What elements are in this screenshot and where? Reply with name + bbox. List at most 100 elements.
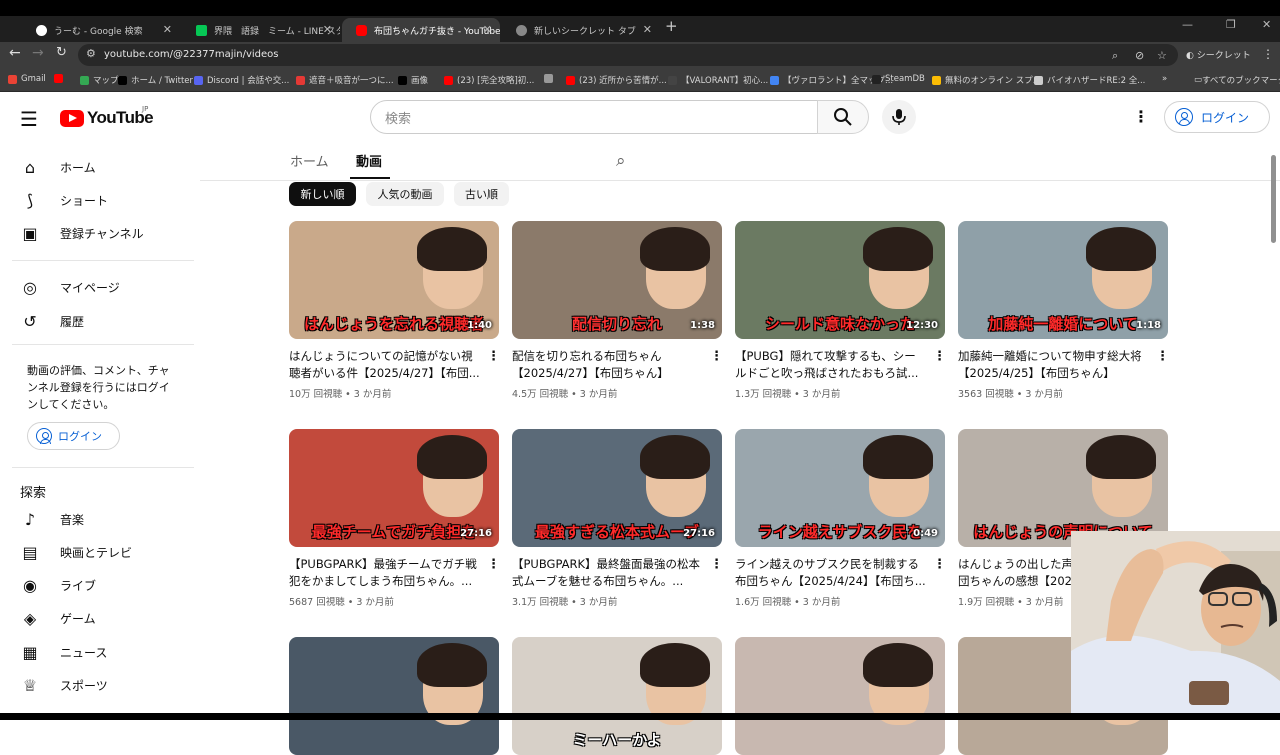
all-bookmarks-folder[interactable]: ▭ すべてのブックマーク <box>1194 74 1280 86</box>
filter-oldest[interactable]: 古い順 <box>454 182 509 206</box>
close-icon[interactable]: ✕ <box>163 23 172 36</box>
youtube-logo[interactable]: YouTube JP <box>60 105 154 128</box>
video-card[interactable] <box>289 637 499 755</box>
forward-arrow-icon[interactable]: → <box>32 45 44 61</box>
bookmark-item[interactable]: 【VALORANT】初心... <box>668 74 768 86</box>
sidebar-item-music[interactable]: ♪ 音楽 <box>20 503 190 535</box>
sidebar-item-subscriptions[interactable]: ▣ 登録チャンネル <box>20 217 190 249</box>
video-menu-icon[interactable]: ⋮ <box>487 349 500 364</box>
sidebar-item-live[interactable]: ◉ ライブ <box>20 569 190 601</box>
video-card[interactable]: 最強すぎる松本式ムーブ 27:16 【PUBGPARK】最終盤面最強の松本式ムーブを… <box>512 429 723 619</box>
sidebar-item-sports[interactable]: ♕ スポーツ <box>20 669 190 701</box>
sidebar-item-movies[interactable]: ▤ 映画とテレビ <box>20 536 190 568</box>
bookmark-item[interactable] <box>54 74 67 83</box>
page-scrollbar[interactable] <box>1271 155 1276 243</box>
close-icon[interactable]: ✕ <box>643 23 652 36</box>
sidebar-item-gaming[interactable]: ◈ ゲーム <box>20 602 190 634</box>
sidebar-item-news[interactable]: ▦ ニュース <box>20 636 190 668</box>
video-title[interactable]: 加藤純一離婚について物申す総大将【2025/4/25】【布団ちゃん】 <box>958 348 1150 382</box>
video-title[interactable]: 配信を切り忘れる布団ちゃん【2025/4/27】【布団ちゃん】 <box>512 348 704 382</box>
bookmark-item[interactable]: バイオハザードRE:2 全... <box>1034 74 1145 86</box>
video-menu-icon[interactable]: ⋮ <box>710 557 723 572</box>
video-menu-icon[interactable]: ⋮ <box>933 349 946 364</box>
browser-tab-google[interactable]: うーむ - Google 検索 ✕ <box>22 18 180 42</box>
incognito-indicator[interactable]: ◐ シークレット <box>1186 48 1251 61</box>
video-title[interactable]: 【PUBGPARK】最終盤面最強の松本式ムーブを魅せる布団ちゃん。... <box>512 556 704 590</box>
bookmark-item[interactable]: SteamDB <box>872 74 925 84</box>
video-card[interactable]: 加藤純一離婚について 1:18 加藤純一離婚について物申す総大将【2025/4/25… <box>958 221 1169 411</box>
video-title[interactable]: 【PUBGPARK】最強チームでガチ戦犯をかましてしまう布団ちゃん。... <box>289 556 481 590</box>
bookmark-item[interactable]: Gmail <box>8 74 46 84</box>
minimize-icon[interactable]: — <box>1182 18 1193 31</box>
bookmark-favicon-icon <box>398 75 407 85</box>
video-card[interactable]: 配信切り忘れ 1:38 配信を切り忘れる布団ちゃん【2025/4/27】【布団ちゃん… <box>512 221 723 411</box>
video-thumbnail[interactable]: ライン越えサブスク民を 0:49 <box>735 429 945 547</box>
tab-home[interactable]: ホーム <box>290 151 329 170</box>
restore-icon[interactable]: ❐ <box>1226 18 1236 31</box>
more-bookmarks-icon[interactable]: » <box>1162 74 1167 84</box>
video-thumbnail[interactable]: 最強チームでガチ負担を 27:16 <box>289 429 499 547</box>
sidebar-item-shorts[interactable]: ⟆ ショート <box>20 184 190 216</box>
new-tab-plus-icon[interactable]: + <box>665 17 678 35</box>
video-thumbnail[interactable] <box>735 637 945 755</box>
bookmark-item[interactable]: (23) 近所から苦情が... <box>566 74 667 86</box>
bookmark-item[interactable]: 無料のオンライン スプ... <box>932 74 1041 86</box>
bookmark-item[interactable]: 遮音＋吸音が一つに... <box>296 74 394 86</box>
close-icon[interactable]: ✕ <box>483 23 492 36</box>
filter-newest[interactable]: 新しい順 <box>289 182 356 206</box>
video-menu-icon[interactable]: ⋮ <box>487 557 500 572</box>
reload-icon[interactable]: ↻ <box>56 45 67 60</box>
close-window-icon[interactable]: ✕ <box>1262 18 1271 31</box>
filter-popular[interactable]: 人気の動画 <box>366 182 444 206</box>
bookmark-item[interactable]: Discord | 会話や交... <box>194 74 289 86</box>
search-input[interactable]: 検索 <box>370 100 818 134</box>
video-card[interactable] <box>735 637 945 755</box>
video-menu-icon[interactable]: ⋮ <box>933 557 946 572</box>
voice-search-button[interactable] <box>882 100 916 134</box>
bookmark-item[interactable]: マップ <box>80 74 119 86</box>
video-thumbnail[interactable]: ミーハーかよ <box>512 637 722 755</box>
video-card[interactable]: 最強チームでガチ負担を 27:16 【PUBGPARK】最強チームでガチ戦犯をかまし… <box>289 429 500 619</box>
video-card[interactable]: はんじょうを忘れる視聴者 1:40 はんじょうについての記憶がない視聴者がいる件【2… <box>289 221 500 411</box>
sidebar-login-button[interactable]: ログイン <box>27 422 120 450</box>
video-thumbnail[interactable]: 最強すぎる松本式ムーブ 27:16 <box>512 429 722 547</box>
tab-videos[interactable]: 動画 <box>356 151 382 170</box>
video-title[interactable]: 【PUBG】隠れて攻撃するも、シールドごと吹っ飛ばされたおもろ試... <box>735 348 927 382</box>
video-title[interactable]: ライン越えのサブスク民を制裁する布団ちゃん【2025/4/24】【布団ち... <box>735 556 927 590</box>
sidebar-item-account[interactable]: ◎ マイページ <box>20 271 190 303</box>
video-thumbnail[interactable]: 配信切り忘れ 1:38 <box>512 221 722 339</box>
bookmark-item[interactable]: ホーム / Twitter <box>118 74 193 86</box>
search-button[interactable] <box>817 100 869 134</box>
browser-tab-youtube[interactable]: 布団ちゃんガチ抜き - YouTube ✕ <box>342 18 500 42</box>
back-arrow-icon[interactable]: ← <box>9 45 21 61</box>
video-title[interactable]: はんじょうについての記憶がない視聴者がいる件【2025/4/27】【布団... <box>289 348 481 382</box>
bookmark-item[interactable] <box>544 74 557 83</box>
video-card[interactable]: シールド意味なかった 12:30 【PUBG】隠れて攻撃するも、シールドごと吹っ飛ば… <box>735 221 946 411</box>
tracking-blocked-icon[interactable]: ⊘ <box>1135 49 1144 62</box>
video-thumbnail[interactable]: シールド意味なかった 12:30 <box>735 221 945 339</box>
video-thumbnail[interactable]: はんじょうを忘れる視聴者 1:40 <box>289 221 499 339</box>
video-card[interactable]: ミーハーかよ <box>512 637 722 755</box>
omnibox[interactable]: ⚙ youtube.com/@22377majin/videos ⌕ ⊘ ☆ <box>78 44 1178 66</box>
site-info-icon[interactable]: ⚙ <box>86 47 96 60</box>
bookmark-item[interactable]: (23) [完全攻略]初... <box>444 74 534 86</box>
browser-menu-icon[interactable]: ⋮ <box>1262 47 1274 61</box>
bookmark-item[interactable]: 画像 <box>398 74 428 86</box>
close-icon[interactable]: ✕ <box>323 23 332 36</box>
browser-tab-line[interactable]: 界隈 語録 ミーム - LINE スタン ✕ <box>182 18 340 42</box>
login-button[interactable]: ログイン <box>1164 101 1270 133</box>
channel-search-icon[interactable]: ⌕ <box>616 151 626 171</box>
video-card[interactable]: ライン越えサブスク民を 0:49 ライン越えのサブスク民を制裁する布団ちゃん【202… <box>735 429 946 619</box>
menu-hamburger-icon[interactable]: ☰ <box>20 107 38 131</box>
browser-tab-incognito[interactable]: 新しいシークレット タブ ✕ <box>502 18 660 42</box>
video-thumbnail[interactable]: はんじょうの声明について <box>958 429 1168 547</box>
video-thumbnail[interactable] <box>289 637 499 755</box>
sidebar-item-history[interactable]: ↺ 履歴 <box>20 305 190 337</box>
zoom-icon[interactable]: ⌕ <box>1112 49 1118 63</box>
bookmark-star-icon[interactable]: ☆ <box>1157 49 1167 62</box>
sidebar-item-home[interactable]: ⌂ ホーム <box>20 151 190 183</box>
settings-kebab-icon[interactable]: ⋮ <box>1133 107 1149 126</box>
video-thumbnail[interactable]: 加藤純一離婚について 1:18 <box>958 221 1168 339</box>
video-menu-icon[interactable]: ⋮ <box>1156 349 1169 364</box>
video-menu-icon[interactable]: ⋮ <box>710 349 723 364</box>
